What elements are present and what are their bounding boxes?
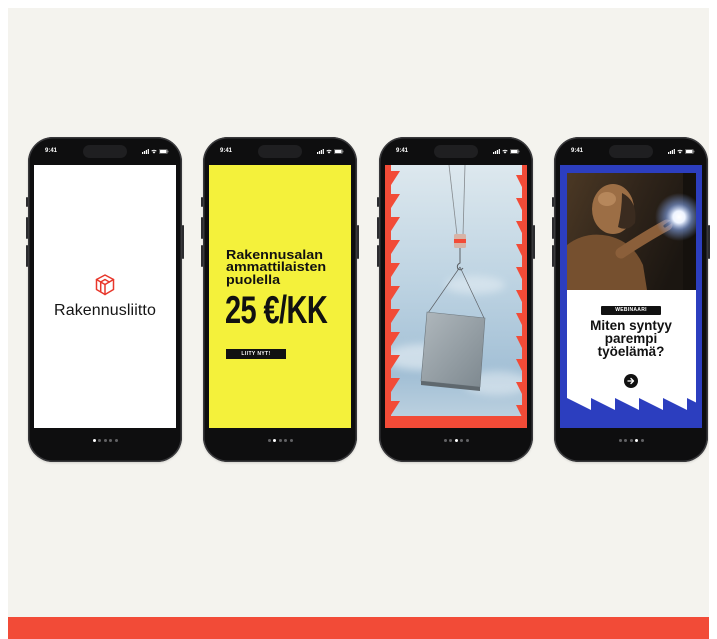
page-dot (449, 438, 452, 442)
membership-price: 25 €/KK (225, 289, 328, 333)
volume-up-button (377, 217, 379, 239)
helmet-highlight (598, 192, 616, 206)
headline: Rakennusalan ammattilaisten puolella (226, 248, 326, 287)
volume-down-button (26, 245, 28, 267)
volume-up-button (552, 217, 554, 239)
volume-up-button (201, 217, 203, 239)
volume-up-button (26, 217, 28, 239)
page-dot (624, 438, 627, 442)
wifi-icon (326, 149, 332, 154)
page-dot (103, 438, 107, 442)
status-icons (493, 148, 520, 154)
power-button (533, 225, 535, 259)
page-dot (278, 438, 282, 442)
concrete-slab (420, 311, 486, 388)
page-dot (109, 438, 112, 442)
webinar-card: WEBINAARI Miten syntyy parempi työelämä? (567, 290, 696, 410)
signal-icon (668, 148, 675, 154)
signal-icon (493, 148, 500, 154)
welder-photo (567, 173, 696, 290)
page-dot (289, 438, 293, 442)
battery-icon (685, 148, 695, 154)
blue-sawtooth-edge (567, 398, 696, 410)
webinar-title: Miten syntyy parempi työelämä? (567, 319, 696, 359)
mockup-canvas: 9:41 Rakennusliitto 9:41 Rakennusalan am… (0, 0, 717, 639)
status-icons (317, 148, 344, 154)
screen-crane-photo (385, 165, 527, 428)
brand-name: Rakennusliitto (54, 302, 156, 319)
screen-membership-price: Rakennusalan ammattilaisten puolella 25 … (209, 165, 351, 428)
phone-mockup-1: 9:41 Rakennusliitto (26, 137, 184, 462)
status-time: 9:41 (220, 148, 233, 154)
cloud (445, 276, 505, 294)
webinar-badge: WEBINAARI (601, 306, 661, 315)
phone-mockup-4: 9:41 WEBINAARI Miten syntyy parempi työe… (552, 137, 710, 462)
page-dot (465, 438, 469, 442)
page-dot-active (454, 438, 458, 442)
page-dot (114, 438, 118, 442)
status-icons (668, 148, 695, 154)
hook-block-stripe (454, 239, 466, 243)
power-button (182, 225, 184, 259)
dynamic-island (609, 145, 653, 158)
next-arrow-button[interactable] (624, 374, 638, 388)
screen-brand-logo: Rakennusliitto (34, 165, 176, 428)
volume-down-button (552, 245, 554, 267)
page-dot-active (92, 438, 96, 442)
page-dot-active (273, 438, 276, 442)
page-indicator (203, 438, 357, 442)
page-dot (443, 438, 447, 442)
status-time: 9:41 (571, 148, 584, 154)
wifi-icon (502, 149, 508, 154)
crane-lifting-slab-photo (385, 165, 527, 428)
battery-icon (159, 148, 169, 154)
phone-mockup-3: 9:41 (377, 137, 535, 462)
wifi-icon (151, 149, 157, 154)
status-time: 9:41 (396, 148, 409, 154)
action-button (377, 197, 379, 207)
footer-red-bar (8, 617, 709, 639)
dynamic-island (83, 145, 127, 158)
page-dot (267, 438, 271, 442)
power-button (357, 225, 359, 259)
dynamic-island (434, 145, 478, 158)
rakennusliitto-cube-logo-icon (95, 274, 115, 296)
webinar-title-line: työelämä? (597, 344, 665, 359)
action-button (552, 197, 554, 207)
page-dot (640, 438, 644, 442)
page-dot-active (635, 438, 638, 442)
phone-mockup-2: 9:41 Rakennusalan ammattilaisten puolell… (201, 137, 359, 462)
signal-icon (142, 148, 149, 154)
headline-line: puolella (226, 271, 281, 287)
page-dot (284, 438, 287, 442)
arrow-right-icon (627, 377, 635, 385)
dynamic-island (258, 145, 302, 158)
power-button (708, 225, 710, 259)
action-button (26, 197, 28, 207)
page-indicator (379, 438, 533, 442)
action-button (201, 197, 203, 207)
battery-icon (334, 148, 344, 154)
volume-down-button (201, 245, 203, 267)
battery-icon (510, 148, 520, 154)
red-bottom-strip (385, 416, 527, 428)
page-dot (629, 438, 633, 442)
signal-icon (317, 148, 324, 154)
page-dot (460, 438, 463, 442)
join-now-button[interactable]: LIITY NYT! (226, 349, 286, 359)
page-indicator (554, 438, 708, 442)
page-indicator (28, 438, 182, 442)
status-icons (142, 148, 169, 154)
wifi-icon (677, 149, 683, 154)
volume-down-button (377, 245, 379, 267)
screen-webinar: WEBINAARI Miten syntyy parempi työelämä? (560, 165, 702, 428)
page-dot (618, 438, 622, 442)
page-dot (98, 438, 101, 442)
status-time: 9:41 (45, 148, 58, 154)
